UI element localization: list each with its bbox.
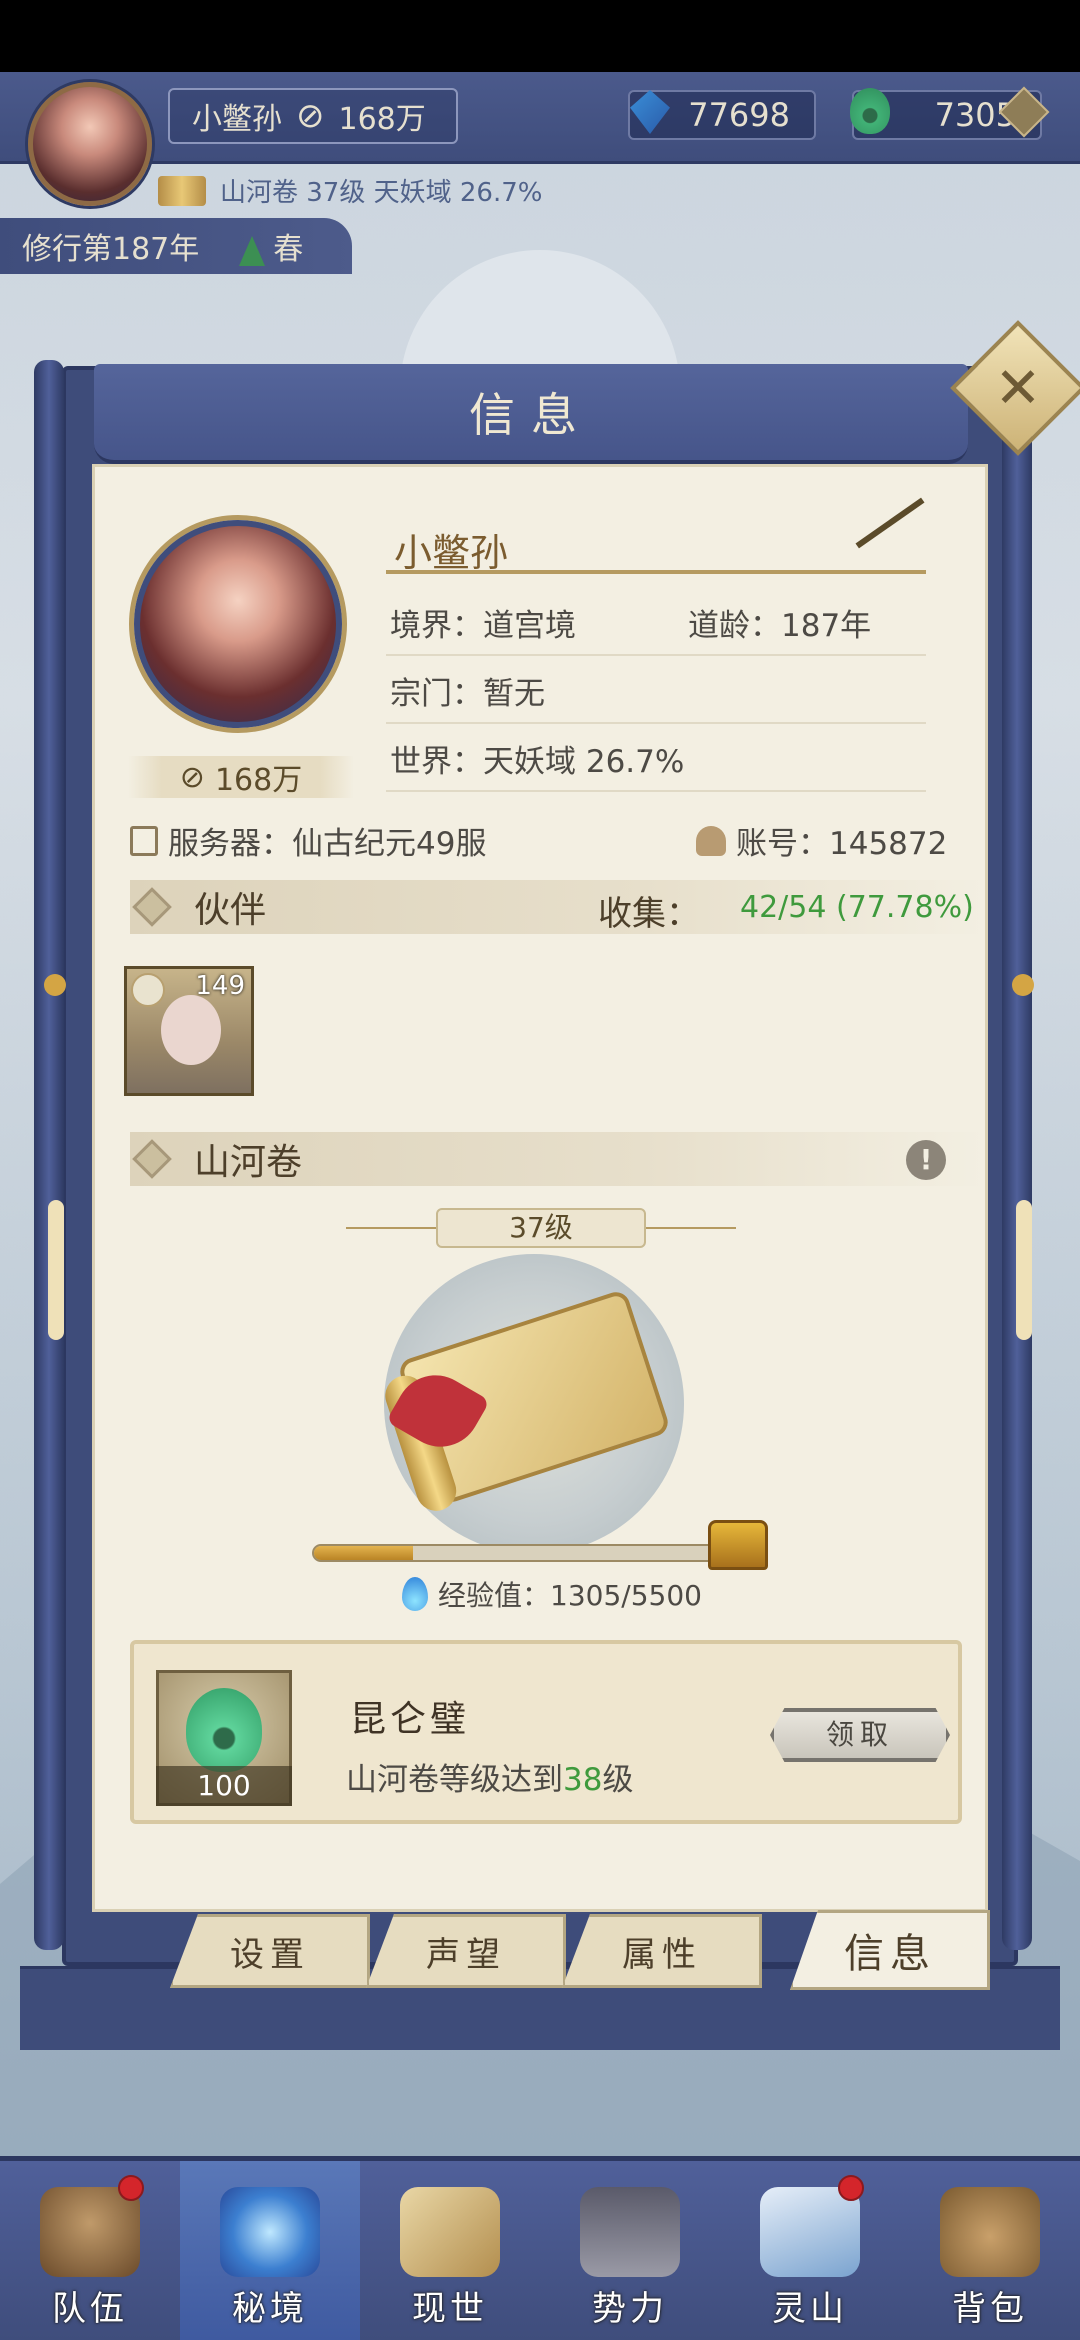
profile-power: 168万 <box>214 763 303 798</box>
team-icon <box>40 2187 140 2277</box>
exp-label: 经验值：1305/5500 <box>438 1579 702 1612</box>
nav-secret-realm-label: 秘境 <box>232 2289 308 2329</box>
tab-reputation[interactable]: 声望 <box>366 1914 566 1988</box>
divider <box>386 722 926 724</box>
reward-desc-level: 38 <box>563 1762 603 1798</box>
nav-team-label: 队伍 <box>52 2289 128 2329</box>
jade-icon <box>850 88 890 134</box>
close-icon: ✕ <box>994 355 1042 421</box>
nav-spirit-mountain-label: 灵山 <box>772 2289 848 2329</box>
power-icon: ⊘ <box>179 759 205 795</box>
partner-card[interactable]: 149 <box>124 966 254 1096</box>
nav-world[interactable]: 现世 <box>360 2161 540 2340</box>
power-icon: ⊘ <box>296 96 325 136</box>
treasure-chest-icon[interactable] <box>708 1520 768 1570</box>
nav-spirit-mountain[interactable]: 灵山 <box>720 2161 900 2340</box>
account-label: 账号：145872 <box>736 826 948 862</box>
account-icon <box>696 825 726 856</box>
ornament-line <box>646 1227 736 1229</box>
name-underline <box>386 570 926 574</box>
reward-description: 山河卷等级达到38级 <box>346 1754 633 1799</box>
ornament-line <box>346 1227 436 1229</box>
account-info: 账号：145872 <box>696 818 947 863</box>
collect-value: 42/54 (77.78%) <box>740 890 974 925</box>
status-bar <box>0 0 1080 72</box>
tassel-right <box>1016 1200 1032 1340</box>
tab-settings[interactable]: 设置 <box>170 1914 370 1988</box>
server-label: 服务器：仙古纪元49服 <box>168 826 487 862</box>
notification-dot <box>838 2175 864 2201</box>
season-label: 春 <box>273 232 304 267</box>
profile-power-tag: ⊘ 168万 <box>128 756 354 798</box>
diamond-icon <box>132 1139 172 1179</box>
temple-icon <box>580 2187 680 2277</box>
scroll-level: 37级 <box>436 1208 646 1248</box>
cultivation-year: 修行第187年 <box>22 232 200 267</box>
dialog-title: 信息 <box>469 388 593 442</box>
dialog-header: 信息 <box>94 364 968 464</box>
exp-flame-icon <box>402 1577 428 1611</box>
scroll-rod-left <box>34 360 64 1950</box>
server-icon <box>130 825 158 856</box>
realm-label: 境界：道宫境 <box>390 608 576 644</box>
scroll-icon <box>158 175 206 206</box>
nav-faction[interactable]: 势力 <box>540 2161 720 2340</box>
sect-label: 宗门：暂无 <box>390 676 545 712</box>
cultivation-year-bar: 修行第187年 春 <box>0 218 352 274</box>
ornament-knob <box>1012 974 1034 996</box>
mountain-icon <box>760 2187 860 2277</box>
scroll-rod-right <box>1002 360 1032 1950</box>
tab-attributes[interactable]: 属性 <box>562 1914 762 1988</box>
tree-icon <box>239 235 266 266</box>
player-power: 168万 <box>338 102 426 137</box>
player-avatar[interactable] <box>28 82 152 206</box>
exp-info: 经验值：1305/5500 <box>402 1574 702 1614</box>
reward-count: 100 <box>156 1766 292 1806</box>
collect-label: 收集： <box>598 894 700 934</box>
scroll-section-header: 山河卷 <box>130 1132 986 1186</box>
jade-pendant-icon <box>186 1688 262 1772</box>
reward-name: 昆仑璧 <box>350 1699 471 1740</box>
partner-portrait <box>161 995 221 1065</box>
subline-text: 山河卷 37级 天妖域 26.7% <box>220 178 543 208</box>
scroll-title: 山河卷 <box>194 1142 303 1183</box>
tassel-left <box>48 1200 64 1340</box>
divider <box>386 790 926 792</box>
progress-subline: 山河卷 37级 天妖域 26.7% <box>158 172 542 209</box>
tab-info[interactable]: 信息 <box>790 1910 990 1990</box>
info-alert-icon[interactable]: ! <box>906 1140 946 1180</box>
profile-name: 小鳖孙 <box>394 531 509 575</box>
bottom-nav: 队伍 秘境 现世 势力 灵山 背包 <box>0 2156 1080 2340</box>
player-name: 小鳖孙 <box>192 102 282 137</box>
nav-team[interactable]: 队伍 <box>0 2161 180 2340</box>
partner-level: 149 <box>195 971 245 1001</box>
partners-title: 伙伴 <box>194 890 267 931</box>
gems-value: 77698 <box>688 96 790 134</box>
nav-world-label: 现世 <box>412 2289 488 2329</box>
partner-element-icon <box>131 973 165 1007</box>
exp-bar-fill <box>314 1546 413 1560</box>
divider <box>386 654 926 656</box>
nav-faction-label: 势力 <box>592 2289 668 2329</box>
profile-avatar <box>134 520 342 728</box>
server-info: 服务器：仙古纪元49服 <box>130 818 486 863</box>
exp-bar <box>312 1544 732 1562</box>
reward-desc-suffix: 级 <box>602 1762 634 1798</box>
map-scroll-icon <box>400 2187 500 2277</box>
vortex-icon <box>220 2187 320 2277</box>
ornament-knob <box>44 974 66 996</box>
notification-dot <box>118 2175 144 2201</box>
claim-button[interactable]: 领取 <box>770 1708 950 1762</box>
nav-backpack[interactable]: 背包 <box>900 2161 1080 2340</box>
season: 春 <box>239 224 303 268</box>
player-name-box: 小鳖孙 ⊘ 168万 <box>168 88 458 144</box>
age-label: 道龄：187年 <box>688 608 872 644</box>
nav-backpack-label: 背包 <box>952 2289 1028 2329</box>
reward-desc-prefix: 山河卷等级达到 <box>346 1762 563 1798</box>
nav-secret-realm[interactable]: 秘境 <box>180 2161 360 2340</box>
diamond-icon <box>132 887 172 927</box>
world-label: 世界：天妖域 26.7% <box>390 744 685 780</box>
backpack-icon <box>940 2187 1040 2277</box>
